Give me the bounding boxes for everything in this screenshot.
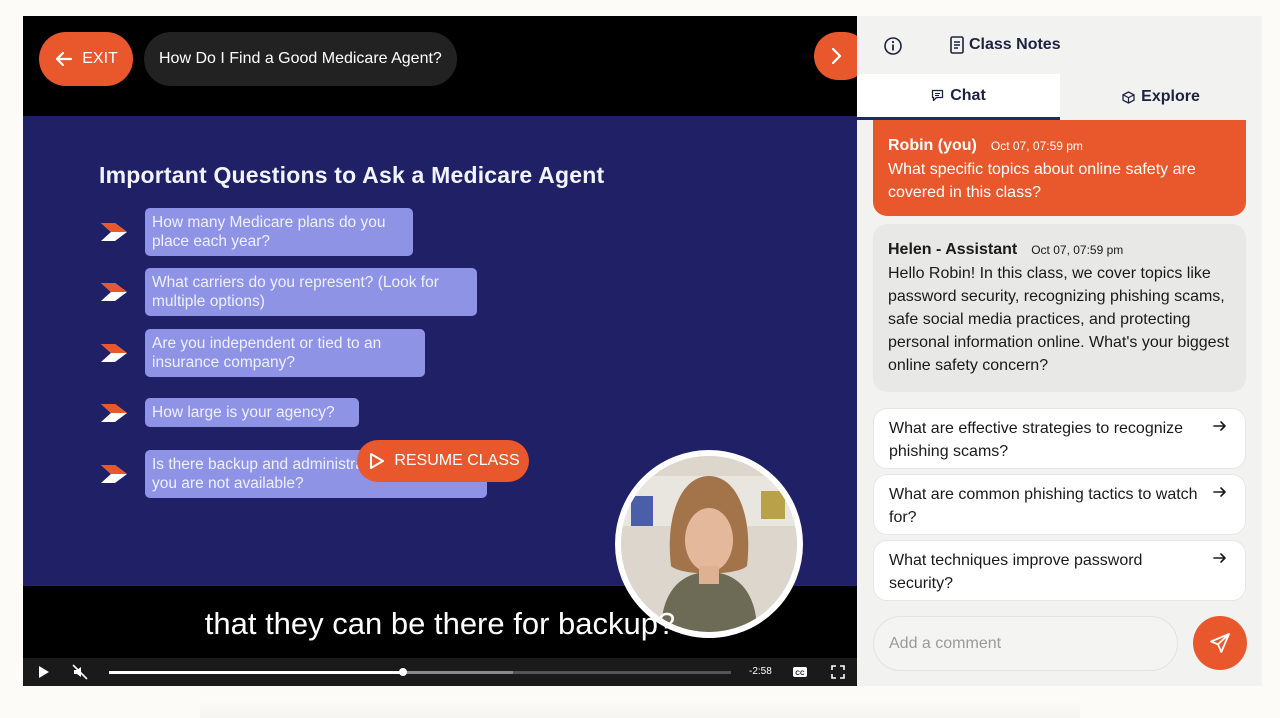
send-icon xyxy=(1210,633,1230,653)
chat-message-assistant: Helen - Assistant Oct 07, 07:59 pm Hello… xyxy=(873,224,1246,392)
exit-label: EXIT xyxy=(82,50,118,67)
resume-class-button[interactable]: RESUME CLASS xyxy=(357,440,529,482)
progress-handle[interactable] xyxy=(399,668,408,676)
question-text: How many Medicare plans do you place eac… xyxy=(145,208,413,256)
player-top-bar: EXIT How Do I Find a Good Medicare Agent… xyxy=(23,16,857,116)
message-timestamp: Oct 07, 07:59 pm xyxy=(1031,243,1124,257)
play-icon[interactable] xyxy=(35,664,51,680)
video-caption: that they can be there for backup? xyxy=(204,606,676,641)
message-author: Helen - Assistant xyxy=(888,241,1018,258)
mute-icon[interactable] xyxy=(72,664,88,680)
message-text: Hello Robin! In this class, we cover top… xyxy=(888,265,1230,374)
info-icon[interactable] xyxy=(883,36,903,56)
exit-button[interactable]: EXIT xyxy=(39,32,133,86)
panel-header: Class Notes xyxy=(857,16,1262,74)
notes-icon xyxy=(950,36,964,54)
message-timestamp: Oct 07, 07:59 pm xyxy=(990,139,1083,153)
arrow-left-icon xyxy=(56,51,73,67)
play-icon xyxy=(370,453,385,469)
send-button[interactable] xyxy=(1193,616,1247,670)
slide-question: How many Medicare plans do you place eac… xyxy=(99,208,413,256)
tab-chat-label: Chat xyxy=(950,86,986,104)
question-text: Are you independent or tied to an insura… xyxy=(145,329,425,377)
page-footer-shadow xyxy=(200,700,1080,718)
chevron-bullet-icon xyxy=(101,223,127,241)
arrow-right-icon xyxy=(1213,421,1226,431)
suggestion-text: What are common phishing tactics to watc… xyxy=(889,486,1198,526)
class-side-panel: Class Notes Chat Explore Robin (you) Oct… xyxy=(857,16,1262,686)
slide-question: Are you independent or tied to an insura… xyxy=(99,329,425,377)
svg-text:CC: CC xyxy=(795,670,805,677)
question-text: How large is your agency? xyxy=(145,398,359,427)
panel-tabs: Chat Explore xyxy=(857,74,1262,120)
question-text: What carriers do you represent? (Look fo… xyxy=(145,268,477,316)
tab-explore[interactable]: Explore xyxy=(1060,74,1262,120)
chat-message-user: Robin (you) Oct 07, 07:59 pm What specif… xyxy=(873,120,1246,216)
fullscreen-icon[interactable] xyxy=(830,664,846,680)
tab-explore-label: Explore xyxy=(1141,88,1200,105)
chat-icon xyxy=(932,89,944,102)
arrow-right-icon xyxy=(1213,553,1226,563)
closed-captions-icon[interactable]: CC xyxy=(792,664,808,680)
suggested-question[interactable]: What are effective strategies to recogni… xyxy=(873,408,1246,469)
player-controls: -2:58 CC xyxy=(23,658,857,686)
class-notes-label: Class Notes xyxy=(969,36,1061,53)
progress-bar[interactable] xyxy=(109,668,731,676)
time-remaining: -2:58 xyxy=(749,666,772,677)
chat-messages: Robin (you) Oct 07, 07:59 pm What specif… xyxy=(857,120,1262,610)
suggestion-text: What techniques improve password securit… xyxy=(889,552,1143,592)
chevron-bullet-icon xyxy=(101,465,127,483)
class-notes-button[interactable]: Class Notes xyxy=(949,36,1061,54)
suggestion-text: What are effective strategies to recogni… xyxy=(889,420,1184,460)
chevron-bullet-icon xyxy=(101,344,127,362)
slide-question: How large is your agency? xyxy=(99,398,359,427)
lesson-slide: Important Questions to Ask a Medicare Ag… xyxy=(23,116,857,638)
arrow-right-icon xyxy=(1213,487,1226,497)
chevron-right-icon xyxy=(831,47,842,65)
video-player: EXIT How Do I Find a Good Medicare Agent… xyxy=(23,16,857,686)
suggested-question[interactable]: What are common phishing tactics to watc… xyxy=(873,474,1246,535)
class-title: How Do I Find a Good Medicare Agent? xyxy=(144,32,457,86)
message-text: What specific topics about online safety… xyxy=(888,161,1196,201)
slide-question: What carriers do you represent? (Look fo… xyxy=(99,268,477,316)
progress-fill xyxy=(109,671,404,674)
comment-input[interactable] xyxy=(873,616,1178,671)
slide-title: Important Questions to Ask a Medicare Ag… xyxy=(99,162,605,188)
tab-chat[interactable]: Chat xyxy=(857,74,1060,120)
chevron-bullet-icon xyxy=(101,283,127,301)
cube-icon xyxy=(1122,90,1135,104)
suggested-question[interactable]: What techniques improve password securit… xyxy=(873,540,1246,601)
message-author: Robin (you) xyxy=(888,137,977,154)
resume-label: RESUME CLASS xyxy=(394,452,520,469)
next-button[interactable] xyxy=(814,32,857,80)
chevron-bullet-icon xyxy=(101,403,127,422)
